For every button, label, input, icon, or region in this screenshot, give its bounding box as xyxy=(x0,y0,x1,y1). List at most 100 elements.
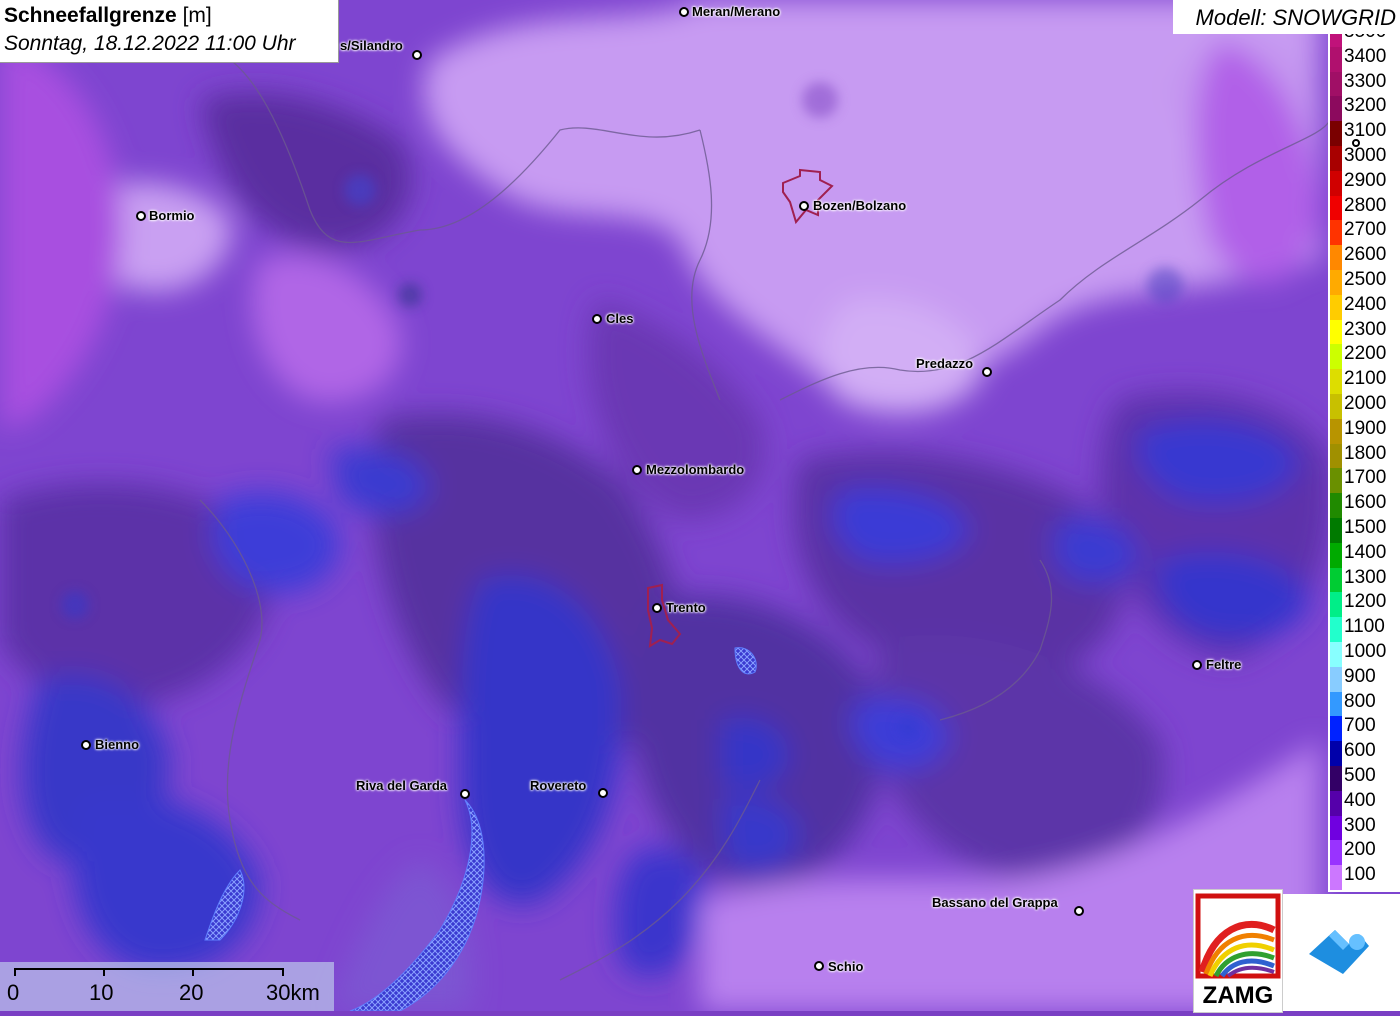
map-datetime: Sonntag, 18.12.2022 11:00 Uhr xyxy=(4,32,296,55)
legend-label: 2800 xyxy=(1344,194,1387,216)
legend-swatch xyxy=(1330,443,1342,469)
legend-label: 800 xyxy=(1344,690,1376,712)
map-canvas[interactable] xyxy=(0,0,1400,1011)
legend-label: 2300 xyxy=(1344,318,1387,340)
legend-label: 400 xyxy=(1344,789,1376,811)
city-marker xyxy=(982,367,992,377)
legend-swatch xyxy=(1330,245,1342,270)
city-marker xyxy=(460,789,470,799)
legend-swatch xyxy=(1330,34,1342,47)
legend-label: 1300 xyxy=(1344,566,1387,588)
legend-swatch xyxy=(1330,220,1342,246)
legend-label: 200 xyxy=(1344,839,1376,861)
city-marker xyxy=(652,603,662,613)
snowflake-cloud-icon xyxy=(1309,930,1369,974)
city-marker xyxy=(598,788,608,798)
city-label: Bozen/Bolzano xyxy=(813,198,907,213)
zamg-wordmark: ZAMG xyxy=(1202,982,1274,1009)
city-label: Predazzo xyxy=(916,356,974,371)
scale-label: 10 xyxy=(89,980,114,1005)
city-marker xyxy=(136,211,146,221)
city-marker xyxy=(592,314,602,324)
legend-label: 2600 xyxy=(1344,244,1387,266)
city-marker xyxy=(1192,660,1202,670)
legend-swatch xyxy=(1330,418,1342,444)
legend-label: 900 xyxy=(1344,665,1376,687)
legend-swatch xyxy=(1330,766,1342,791)
legend-label: 2700 xyxy=(1344,219,1387,241)
legend-swatch xyxy=(1330,493,1342,518)
legend-swatch xyxy=(1330,121,1342,146)
model-label: Modell: SNOWGRID xyxy=(1195,5,1396,30)
legend-swatch xyxy=(1330,394,1342,419)
legend-swatch xyxy=(1330,468,1342,494)
legend-label: 2400 xyxy=(1344,293,1387,315)
legend-label: 3200 xyxy=(1344,95,1387,117)
city-marker xyxy=(412,50,422,60)
city-marker xyxy=(814,961,824,971)
legend-swatch xyxy=(1330,840,1342,866)
legend-label: 600 xyxy=(1344,740,1376,762)
legend-swatch xyxy=(1330,71,1342,97)
legend-label: 2000 xyxy=(1344,393,1387,414)
city-corti[interactable]: Corti xyxy=(1350,136,1400,152)
legend-swatch xyxy=(1330,270,1342,295)
legend-swatch xyxy=(1330,344,1342,370)
legend-swatch xyxy=(1330,96,1342,122)
legend-swatch xyxy=(1330,716,1342,742)
city-label: Corti xyxy=(1364,136,1392,151)
title-box: Schneefallgrenze [m] Sonntag, 18.12.2022… xyxy=(0,0,339,63)
legend-label: 1700 xyxy=(1344,467,1387,489)
scale-label: 30km xyxy=(266,980,320,1005)
legend-label: 1900 xyxy=(1344,417,1387,439)
legend-swatch xyxy=(1330,518,1342,543)
model-label-box: Modell: SNOWGRID xyxy=(1173,0,1400,34)
legend-swatch xyxy=(1330,815,1342,841)
scale-label: 0 xyxy=(7,980,20,1005)
legend-label: 3300 xyxy=(1344,70,1387,92)
legend-label: 2200 xyxy=(1344,343,1387,365)
legend-label: 1600 xyxy=(1344,492,1387,514)
city-marker xyxy=(632,465,642,475)
legend-swatch xyxy=(1330,146,1342,171)
map-title: Schneefallgrenze [m] xyxy=(4,4,212,28)
legend-label: 700 xyxy=(1344,715,1376,737)
legend-label: 300 xyxy=(1344,814,1376,836)
city-label: Cles xyxy=(606,311,634,326)
scale-label: 20 xyxy=(179,980,204,1005)
city-marker xyxy=(799,201,809,211)
legend-swatch xyxy=(1330,741,1342,766)
city-label: Bormio xyxy=(149,208,195,223)
city-label: Mezzolombardo xyxy=(646,462,745,477)
zamg-logo[interactable]: ZAMG xyxy=(1193,889,1283,1013)
city-label: Riva del Garda xyxy=(356,778,448,793)
scale-tick xyxy=(192,968,194,976)
city-label: Rovereto xyxy=(530,778,587,793)
legend-swatch xyxy=(1330,319,1342,345)
city-label: Bassano del Grappa xyxy=(932,895,1058,910)
city-marker xyxy=(679,7,689,17)
city-marker xyxy=(1352,139,1360,147)
legend-label: 2900 xyxy=(1344,169,1387,191)
scale-tick xyxy=(282,968,284,976)
city-label: Meran/Merano xyxy=(692,4,781,19)
legend-label: 1200 xyxy=(1344,591,1387,613)
city-label: Feltre xyxy=(1206,657,1242,672)
scale-tick xyxy=(103,968,105,976)
legend-label: 1800 xyxy=(1344,442,1387,464)
city-marker xyxy=(81,740,91,750)
legend-label: 1000 xyxy=(1344,641,1387,662)
legend-swatch xyxy=(1330,294,1342,320)
city-label: Bienno xyxy=(95,737,140,752)
legend-swatch xyxy=(1330,170,1342,196)
legend-label: 2100 xyxy=(1344,368,1387,390)
color-legend: 3500340033003200310030002900280027002600… xyxy=(1328,34,1400,892)
city-label: Trento xyxy=(666,600,706,615)
city-marker xyxy=(1074,906,1084,916)
parameter-unit: [m] xyxy=(182,4,212,27)
snowgrid-logo[interactable] xyxy=(1283,894,1400,1011)
legend-label: 2500 xyxy=(1344,269,1387,290)
legend-swatch xyxy=(1330,46,1342,72)
scale-tick xyxy=(14,968,16,976)
parameter-name: Schneefallgrenze xyxy=(4,4,177,27)
